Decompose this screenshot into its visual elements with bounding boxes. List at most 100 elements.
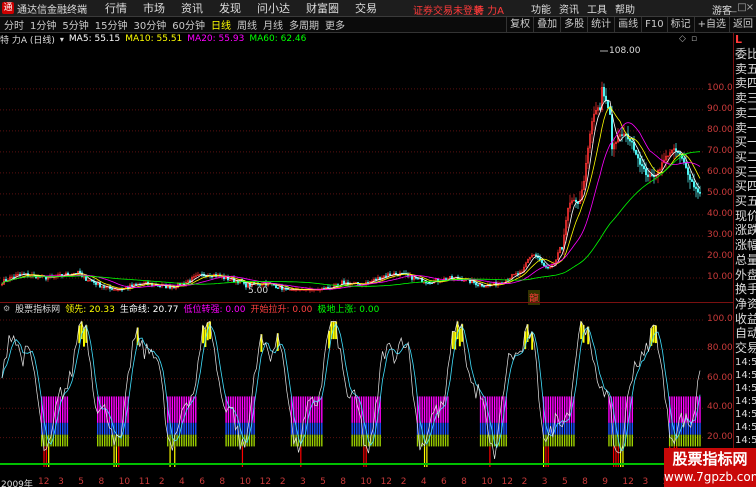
tab-30min[interactable]: 30分钟 [133, 17, 166, 32]
blue-bar [195, 422, 197, 435]
multi-stock-button[interactable]: 多股 [560, 17, 587, 33]
price-axis-label: 100.0 [707, 82, 733, 93]
green-bar [699, 434, 701, 447]
green-bar [631, 434, 633, 447]
candle-body [575, 199, 577, 203]
draw-line-button[interactable]: 画线 [614, 17, 641, 33]
green-bar [290, 434, 293, 447]
blue-bar [253, 422, 255, 435]
low-turn-bar [421, 396, 423, 423]
menu-item-wealth[interactable]: 财富圈 [306, 0, 339, 16]
ma-info-bar: 特 力A (日线) ▾ MA5: 55.15 MA10: 55.51 MA20:… [0, 33, 733, 46]
menu-item-function[interactable]: 功能 [531, 1, 551, 16]
low-turn-bar [59, 396, 62, 423]
diamond-icon[interactable]: ◇ [679, 34, 686, 44]
green-bar [680, 434, 683, 447]
side-panel-item: 自动 [735, 326, 756, 341]
side-panel-item: 卖四 [735, 76, 756, 91]
tab-multi-period[interactable]: 多周期 [289, 17, 319, 32]
tab-1min[interactable]: 1分钟 [30, 17, 56, 32]
add-watchlist-button[interactable]: +自选 [693, 17, 729, 33]
blue-bar [566, 422, 568, 435]
watermark-url: www.7gpzb.com [664, 470, 756, 484]
overlay-button[interactable]: 叠加 [533, 17, 560, 33]
green-bar [253, 434, 255, 447]
side-panel-item: 委比 [735, 47, 756, 61]
menu-item-trade[interactable]: 交易 [355, 0, 377, 16]
low-turn-bar [190, 396, 192, 423]
adjust-button[interactable]: 复权 [506, 17, 533, 33]
chevron-down-icon[interactable]: ▾ [60, 35, 64, 44]
blue-bar [692, 422, 694, 435]
low-turn-bar [561, 396, 563, 423]
low-turn-bar [171, 396, 174, 423]
chart-tools: 复权 叠加 多股 统计 画线 F10 标记 +自选 返回 [506, 17, 756, 33]
candle-body [95, 282, 97, 285]
top-yellow-bar [652, 325, 655, 343]
blue-bar [106, 422, 108, 435]
tab-daily[interactable]: 日线 [211, 17, 231, 32]
stock-name-short: 特 力A [474, 6, 505, 17]
menu-item-info[interactable]: 资讯 [559, 1, 579, 16]
time-axis-label: 12 [622, 477, 634, 487]
tab-15min[interactable]: 15分钟 [95, 17, 128, 32]
low-turn-bar [174, 396, 176, 423]
blue-bar [183, 422, 185, 435]
blue-bar [367, 422, 370, 435]
green-bar [629, 434, 631, 447]
low-turn-bar [302, 396, 304, 423]
blue-bar [568, 422, 570, 435]
mark-button[interactable]: 标记 [666, 17, 694, 33]
login-status[interactable]: 证券交易未登录 [413, 2, 483, 17]
low-turn-bar [442, 396, 444, 423]
tab-intraday[interactable]: 分时 [4, 17, 24, 32]
tab-60min[interactable]: 60分钟 [172, 17, 205, 32]
menu-item-help[interactable]: 帮助 [615, 1, 635, 16]
time-axis-label: 2 [400, 477, 407, 487]
ma10-value: MA10: 55.51 [125, 34, 183, 44]
pin-icon[interactable]: ▫ [691, 34, 697, 44]
green-bar [190, 434, 192, 447]
back-button[interactable]: 返回 [729, 17, 756, 33]
candle-body [389, 273, 391, 276]
side-panel-item: 卖一 [735, 120, 756, 135]
kline-chart[interactable] [0, 45, 705, 301]
candle-body [189, 280, 191, 282]
menu-item-discover[interactable]: 发现 [219, 0, 241, 16]
green-bar [692, 434, 694, 447]
green-bar [671, 434, 673, 447]
green-bar [185, 434, 188, 447]
low-turn-bar [97, 396, 99, 423]
tab-weekly[interactable]: 周线 [237, 17, 257, 32]
blue-bar [377, 422, 379, 435]
menu-item-news[interactable]: 资讯 [181, 0, 203, 16]
blue-bar [612, 422, 615, 435]
green-bar [59, 434, 62, 447]
green-bar [225, 434, 227, 447]
blue-bar [426, 422, 428, 435]
tab-5min[interactable]: 5分钟 [62, 17, 88, 32]
ma60-value: MA60: 62.46 [249, 34, 307, 44]
menu-item-market[interactable]: 行情 [105, 0, 127, 16]
blue-bar [309, 422, 311, 435]
green-bar [561, 434, 563, 447]
candle-body [697, 188, 699, 193]
candle-body [367, 282, 369, 284]
close-icon[interactable]: × [744, 1, 756, 14]
menu-item-tools[interactable]: 工具 [587, 1, 607, 16]
menu-item-ask[interactable]: 问小达 [257, 0, 290, 16]
stats-button[interactable]: 统计 [587, 17, 614, 33]
blue-bar [311, 422, 314, 435]
settings-icon[interactable]: ⚙ [3, 304, 10, 313]
time-axis-label: 8 [98, 477, 105, 487]
tab-monthly[interactable]: 月线 [263, 17, 283, 32]
green-bar [230, 434, 232, 447]
green-bar [57, 434, 59, 447]
low-turn-bar [314, 396, 316, 423]
tab-more[interactable]: 更多 [325, 17, 345, 32]
blue-bar [97, 422, 99, 435]
side-panel-item: 换手 [735, 282, 756, 297]
f10-button[interactable]: F10 [641, 17, 666, 33]
menu-item-markets[interactable]: 市场 [143, 0, 165, 16]
indicator-chart[interactable] [0, 314, 705, 477]
